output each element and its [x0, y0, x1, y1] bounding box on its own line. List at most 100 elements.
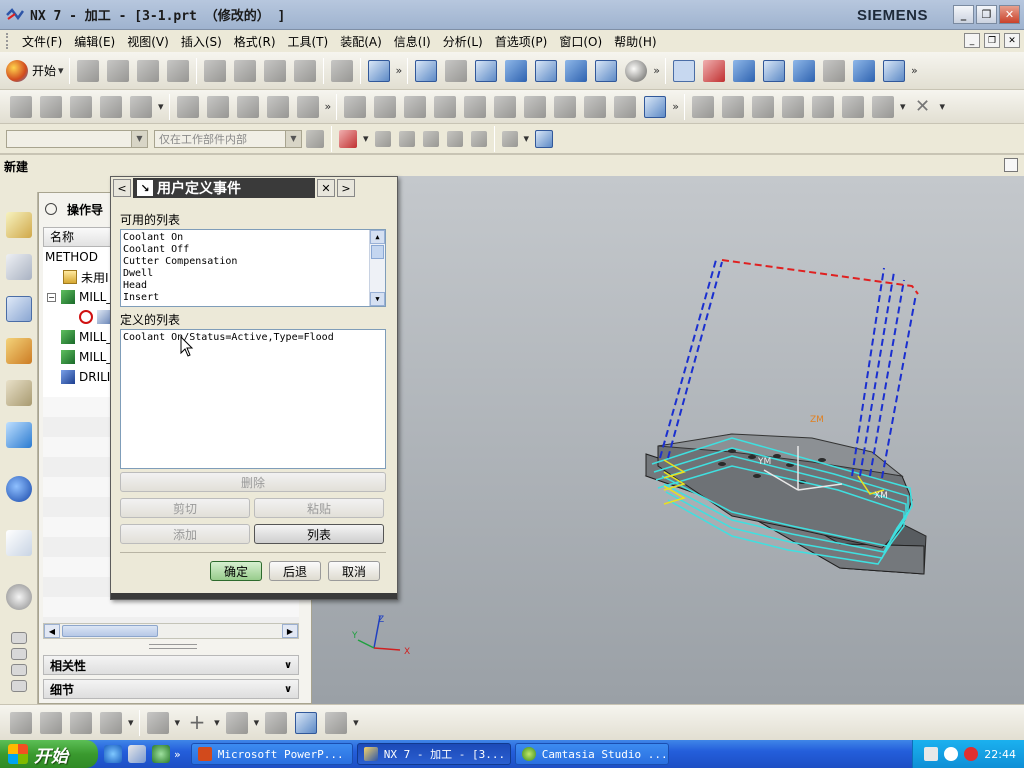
list-item[interactable]: Insert [123, 292, 383, 304]
post-process-icon[interactable] [793, 59, 816, 82]
solid-icon[interactable] [872, 95, 894, 118]
chevron-down-icon[interactable]: ▾ [254, 716, 260, 729]
extrude-icon[interactable] [325, 711, 348, 734]
toolbar-overflow-icon[interactable]: » [911, 64, 918, 77]
start-menu-button[interactable]: 开始 ▾ [6, 59, 66, 82]
list-item[interactable]: Dwell [123, 268, 383, 280]
wcs-orient-icon[interactable] [703, 59, 726, 82]
scrollbar-thumb[interactable] [62, 625, 158, 637]
info-icon[interactable] [6, 476, 32, 502]
create-method-icon[interactable] [130, 95, 152, 118]
menu-view[interactable]: 视图(V) [121, 33, 175, 50]
selection-scope-combo[interactable]: 仅在工作部件内部 ▼ [154, 129, 302, 148]
part-navigator-icon[interactable] [535, 129, 554, 148]
create-geometry-icon[interactable] [100, 95, 122, 118]
system-clock[interactable]: 22:44 [984, 748, 1016, 761]
hd3d-tools-icon[interactable] [6, 422, 32, 448]
list-item[interactable]: Coolant Off [123, 244, 383, 256]
constraint-navigator-icon[interactable] [6, 254, 32, 280]
zoom-window-icon[interactable] [445, 59, 468, 82]
machine-tool-view-icon[interactable] [374, 95, 397, 118]
rectangle-select-icon[interactable] [501, 130, 518, 147]
wcs-display-icon[interactable] [673, 59, 696, 82]
chevron-down-icon[interactable]: ▾ [363, 132, 369, 145]
restore-button[interactable]: ❐ [976, 5, 997, 24]
output-cls-icon[interactable] [584, 95, 607, 118]
create-tool-icon[interactable] [70, 95, 92, 118]
chevron-down-icon[interactable]: ▾ [353, 716, 359, 729]
list-button[interactable]: 列表 [254, 524, 384, 544]
taskbar-item-powerpoint[interactable]: Microsoft PowerP... [190, 743, 353, 765]
perspective-icon[interactable] [565, 59, 588, 82]
feature-icon[interactable] [842, 95, 864, 118]
operation-navigator-tab-icon[interactable] [6, 296, 32, 322]
defined-events-list[interactable]: Coolant On/Status=Active,Type=Flood [120, 329, 386, 469]
navigator-horizontal-scrollbar[interactable]: ◀ ▶ [43, 623, 299, 639]
recording-icon[interactable] [964, 747, 979, 761]
taskbar-item-camtasia[interactable]: Camtasia Studio ... [514, 743, 669, 765]
quick-launch-overflow-icon[interactable]: » [174, 748, 181, 761]
blank-icon[interactable] [752, 95, 774, 118]
create-program-icon[interactable] [733, 59, 756, 82]
render-style-icon[interactable] [625, 59, 648, 82]
toolbar-overflow-icon[interactable]: » [653, 64, 660, 77]
chevron-down-icon[interactable]: ▾ [128, 716, 134, 729]
new-file-icon[interactable] [76, 59, 99, 82]
dialog-back-arrow-icon[interactable]: < [113, 179, 131, 197]
datum-icon[interactable] [265, 711, 288, 734]
generate-toolpath-icon[interactable] [176, 95, 199, 118]
type-filter-combo[interactable]: ▼ [6, 129, 148, 148]
history-clock-icon[interactable] [6, 584, 32, 610]
media-player-icon[interactable] [152, 745, 170, 763]
menu-help[interactable]: 帮助(H) [608, 33, 662, 50]
open-file-icon[interactable] [106, 59, 129, 82]
scroll-down-icon[interactable] [11, 680, 27, 692]
cut-icon[interactable] [203, 59, 226, 82]
menu-edit[interactable]: 编辑(E) [68, 33, 121, 50]
list-item[interactable]: Cutter Compensation [123, 256, 383, 268]
cue-line-toggle-icon[interactable] [1004, 158, 1018, 172]
machine-tool-navigator-icon[interactable] [6, 338, 32, 364]
toolbar-overflow-icon[interactable]: » [396, 64, 403, 77]
menu-tools[interactable]: 工具(T) [282, 33, 335, 50]
undo-icon[interactable] [330, 59, 353, 82]
midpoint-snap-icon[interactable] [398, 130, 415, 147]
create-program-group-icon[interactable] [40, 711, 62, 734]
cut-object-icon[interactable] [494, 95, 517, 118]
create-tool-icon[interactable] [70, 711, 92, 734]
create-geometry-icon[interactable] [100, 711, 122, 734]
create-operation-icon[interactable] [10, 711, 32, 734]
taskbar-item-nx[interactable]: NX 7 - 加工 - [3... [356, 743, 511, 765]
cancel-icon[interactable]: ✕ [912, 96, 934, 118]
reuse-library-icon[interactable] [6, 380, 32, 406]
toolbar-overflow-icon[interactable]: » [672, 100, 679, 113]
cancel-button[interactable]: 取消 [328, 561, 380, 581]
scroll-up-icon[interactable] [11, 648, 27, 660]
list-item[interactable]: Coolant On [123, 232, 383, 244]
simulate-icon[interactable] [296, 95, 319, 118]
web-browser-icon[interactable] [6, 530, 32, 556]
dialog-forward-arrow-icon[interactable]: > [337, 179, 355, 197]
scroll-up-icon[interactable] [11, 632, 27, 644]
list-vertical-scrollbar[interactable]: ▲ ▼ [369, 230, 385, 306]
object-display-icon[interactable] [722, 95, 744, 118]
geometry-view-icon[interactable] [404, 95, 427, 118]
edit-object-icon[interactable] [464, 95, 487, 118]
command-finder-icon[interactable] [367, 59, 390, 82]
arc-center-snap-icon[interactable] [470, 130, 487, 147]
windows-start-button[interactable]: 开始 [0, 740, 98, 768]
back-arrow-icon[interactable] [944, 747, 959, 761]
keyboard-icon[interactable] [924, 747, 939, 761]
list-item[interactable]: Coolant On/Status=Active,Type=Flood [123, 332, 383, 344]
delete-icon[interactable] [293, 59, 316, 82]
scroll-left-icon[interactable]: ◀ [44, 624, 60, 638]
block-feature-icon[interactable] [295, 711, 318, 734]
post-icon[interactable] [554, 95, 577, 118]
back-button[interactable]: 后退 [269, 561, 321, 581]
curve-icon[interactable] [225, 711, 248, 734]
menu-insert[interactable]: 插入(S) [175, 33, 228, 50]
shaded-view-icon[interactable] [595, 59, 618, 82]
print-icon[interactable] [166, 59, 189, 82]
chevron-down-icon[interactable]: ▾ [214, 716, 220, 729]
copy-icon[interactable] [233, 59, 256, 82]
